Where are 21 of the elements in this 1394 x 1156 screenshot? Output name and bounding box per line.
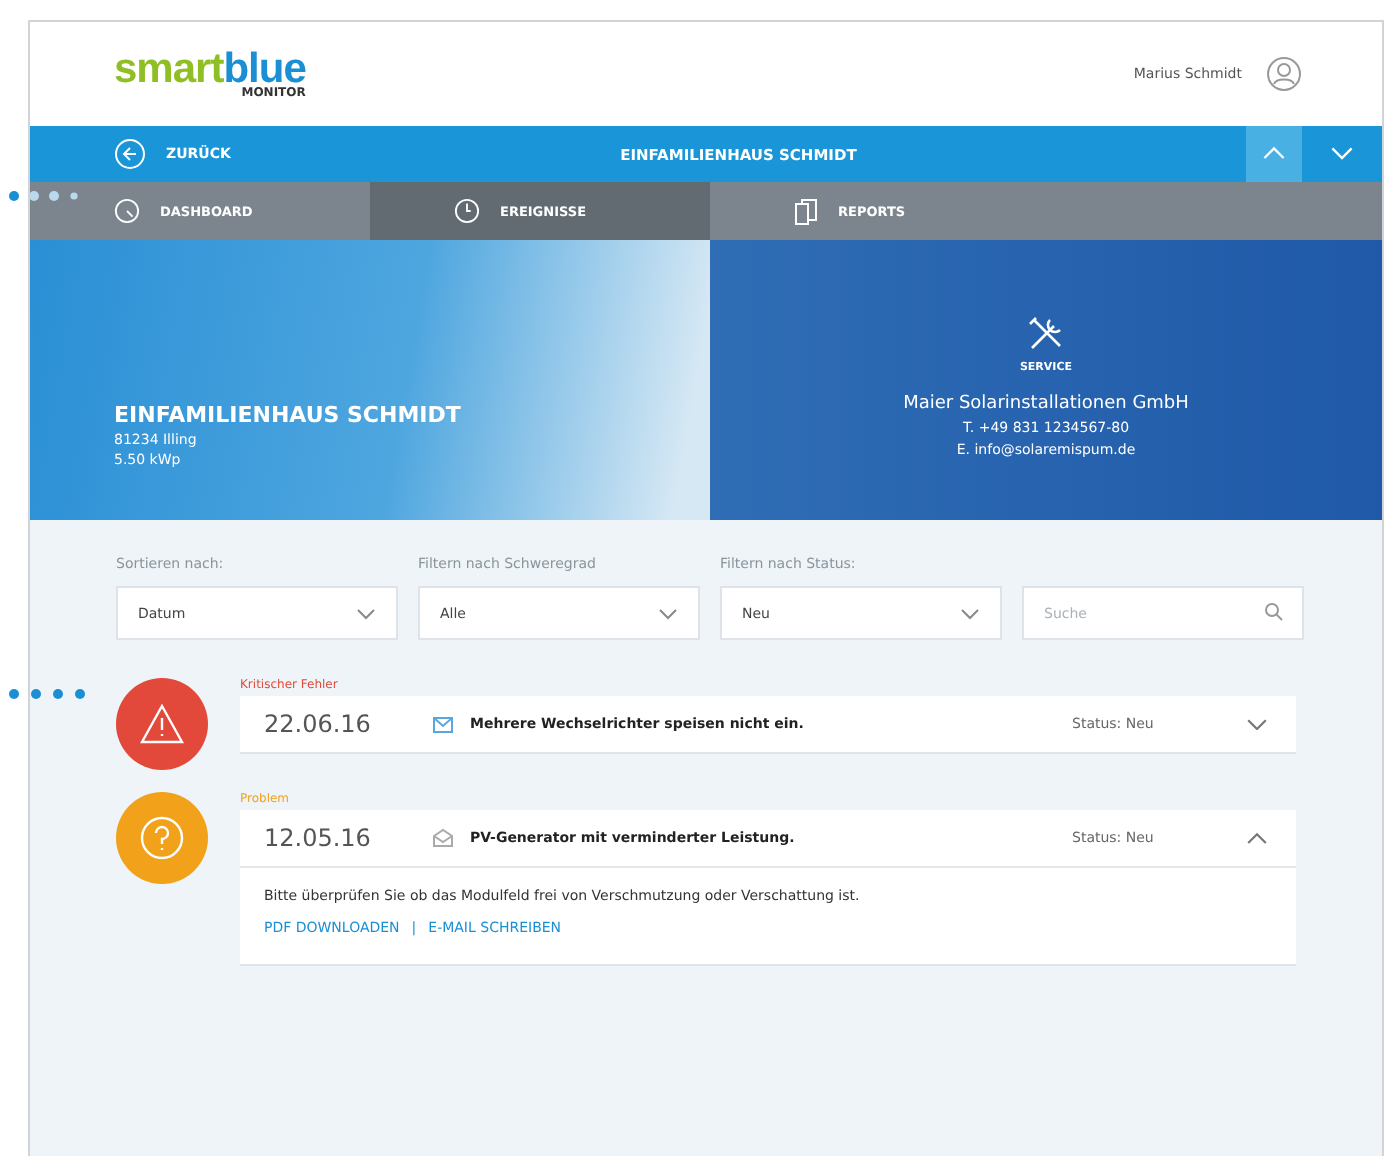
- company-name: Maier Solarinstallationen GmbH: [903, 394, 1189, 414]
- warning-icon: [140, 704, 184, 744]
- plant-title: EINFAMILIENHAUS SCHMIDT: [114, 402, 463, 428]
- search-icon: [1264, 602, 1284, 622]
- clock-icon: [454, 198, 480, 224]
- previous-button[interactable]: [1246, 126, 1302, 182]
- dots-marker: [6, 188, 78, 204]
- chevron-icon: [1245, 717, 1267, 731]
- gauge-icon: [114, 198, 140, 224]
- chevron-icon: [960, 607, 980, 619]
- documents-icon: [794, 197, 818, 225]
- event-date: 22.06.16: [264, 710, 373, 738]
- chevron-icon: [356, 607, 376, 619]
- tools-icon: [1026, 314, 1066, 354]
- chevron-icon: [1245, 831, 1267, 845]
- event-date: 12.05.16: [264, 824, 373, 852]
- chevron-icon: [1262, 146, 1286, 162]
- user-icon[interactable]: [1266, 56, 1302, 92]
- question-icon: [140, 816, 184, 860]
- chevron-icon: [1330, 146, 1354, 162]
- chevron-icon: [658, 607, 678, 619]
